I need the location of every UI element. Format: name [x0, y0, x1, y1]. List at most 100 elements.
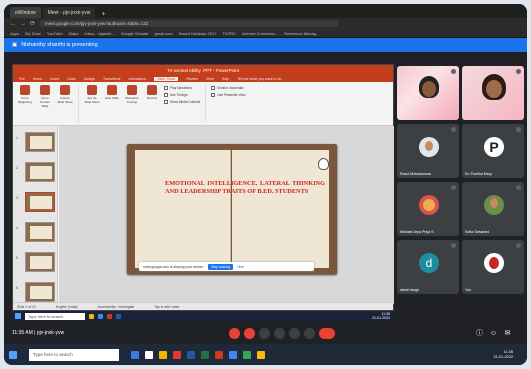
slide-thumbnail[interactable] — [25, 132, 55, 152]
app-icon[interactable] — [243, 350, 251, 359]
browser-tab-1[interactable]: eWindow — [10, 7, 41, 18]
present-button[interactable] — [289, 328, 300, 339]
participant-tile[interactable]: Ravul Mohankumar — [397, 124, 459, 178]
media-controls-checkbox[interactable]: Show Media Controls — [164, 100, 200, 104]
captions-button[interactable] — [259, 328, 270, 339]
slide-thumbnail[interactable] — [25, 252, 55, 272]
bookmark-item[interactable]: Maps — [69, 31, 79, 36]
bookmark-item[interactable]: Kaveri Holidays 2017 — [179, 31, 217, 36]
browser-tab-2[interactable]: Meet - pjv-jnxk-yvw — [42, 7, 96, 18]
ribbon-tab[interactable]: Home — [33, 77, 43, 81]
ribbon-tab[interactable]: Animations — [128, 77, 146, 81]
participant-tile[interactable]: Michael Jeya Priya S — [397, 182, 459, 236]
accessibility-status[interactable]: Accessibility: Investigate — [98, 305, 135, 309]
stop-sharing-button[interactable]: Stop sharing — [208, 263, 234, 270]
people-icon[interactable]: ☺ — [488, 328, 499, 339]
use-timings-checkbox[interactable]: Use Timings — [164, 93, 200, 97]
rehearse-button[interactable]: Rehearse Timings — [124, 85, 140, 104]
monitor-select[interactable]: Monitor: Automatic — [211, 86, 245, 90]
chat-icon[interactable]: ✉ — [502, 328, 513, 339]
slide-thumbnail[interactable] — [25, 282, 55, 302]
slide-thumbnail[interactable] — [25, 222, 55, 242]
avatar — [419, 195, 439, 215]
presenting-banner: ▣ Nishanthy shanthi is presenting — [4, 38, 527, 52]
back-icon[interactable]: ← — [10, 21, 16, 27]
end-call-button[interactable] — [319, 328, 335, 339]
setup-show-button[interactable]: Set Up Slide Show — [84, 85, 100, 104]
mail-icon[interactable] — [173, 350, 181, 359]
info-icon[interactable]: ⓘ — [474, 328, 485, 339]
bookmark-item[interactable]: TNTRC — [223, 31, 237, 36]
bookmark-item[interactable]: Google Scholar — [121, 31, 149, 36]
participant-tile-camera[interactable] — [397, 66, 459, 120]
taskbar-search[interactable]: Type here to search — [29, 348, 119, 361]
browser-tabbar: eWindow Meet - pjv-jnxk-yvw + — [4, 4, 527, 18]
slide-number: 3 — [16, 196, 18, 200]
bookmark-item[interactable]: Reference Manag... — [284, 31, 319, 36]
notes-hint[interactable]: Tap to add notes — [154, 305, 179, 309]
setup-icon — [87, 85, 97, 95]
bookmark-item[interactable]: Inbox - vignesh... — [84, 31, 114, 36]
more-options-button[interactable] — [304, 328, 315, 339]
powerpoint-icon[interactable] — [215, 350, 223, 359]
ribbon-tab[interactable]: Transitions — [103, 77, 120, 81]
new-tab-icon[interactable]: + — [97, 11, 109, 18]
slide-thumbnail-selected[interactable] — [25, 192, 55, 212]
bookmark-item[interactable]: gmail.com — [154, 31, 172, 36]
record-button[interactable]: Record — [144, 85, 160, 100]
bookmark-item[interactable]: Internet Connectio... — [242, 31, 278, 36]
ribbon-tab[interactable]: File — [19, 77, 25, 81]
ribbon-tab[interactable]: Help — [222, 77, 229, 81]
bookmark-item[interactable]: My Drive — [25, 31, 41, 36]
ribbon-tab-selected[interactable]: Slide Show — [154, 76, 179, 81]
meet-controls-bar: 11:35 AM | pjv-jnxk-yvw ⓘ ☺ ✉ — [4, 322, 527, 344]
url-field[interactable]: meet.google.com/pjv-jnxk-yvw?authuser=0&… — [39, 20, 340, 27]
edge-icon[interactable] — [145, 350, 153, 359]
from-beginning-button[interactable]: From Beginning — [17, 85, 33, 104]
hide-button[interactable]: Hide — [237, 265, 244, 269]
app-icon[interactable] — [257, 350, 265, 359]
reload-icon[interactable]: ⟳ — [30, 20, 35, 27]
clock-time: 11:35 — [503, 349, 513, 354]
custom-show-button[interactable]: Custom Slide Show — [57, 85, 73, 104]
system-clock[interactable]: 11:35 21-01-2022 — [494, 350, 513, 360]
word-icon[interactable] — [187, 350, 195, 359]
bookmark-item[interactable]: YouTube — [47, 31, 63, 36]
tell-me-box[interactable]: Tell me what you want to do — [237, 77, 281, 81]
start-icon[interactable] — [9, 350, 17, 359]
participant-tile[interactable]: d daniel singh — [397, 240, 459, 294]
presenter-view-checkbox[interactable]: Use Presenter View — [211, 93, 245, 97]
chrome-icon — [98, 313, 103, 319]
slide-thumbnail[interactable] — [25, 162, 55, 182]
raise-hand-button[interactable] — [274, 328, 285, 339]
clock-date: 21-01-2022 — [493, 354, 513, 359]
ribbon-tab[interactable]: View — [206, 77, 214, 81]
ribbon-tab[interactable]: Review — [186, 77, 198, 81]
present-icon: ▣ — [12, 42, 18, 48]
participant-tile[interactable]: Sofia Selvarani — [462, 182, 524, 236]
explorer-icon[interactable] — [159, 350, 167, 359]
hide-slide-button[interactable]: Hide Slide — [104, 85, 120, 100]
avatar: d — [419, 253, 439, 273]
chrome-icon[interactable] — [229, 350, 237, 359]
play-narrations-checkbox[interactable]: Play Narrations — [164, 86, 200, 90]
ribbon-tab[interactable]: Insert — [50, 77, 59, 81]
checkbox-label: Monitor: Automatic — [217, 86, 244, 90]
taskview-icon[interactable] — [131, 350, 139, 359]
forward-icon[interactable]: → — [20, 21, 26, 27]
bookmark-item[interactable]: Apps — [10, 31, 19, 36]
participant-tile[interactable]: P Dr. Punitha Mary — [462, 124, 524, 178]
participant-tile-camera[interactable] — [462, 66, 524, 120]
mic-icon — [516, 69, 521, 74]
ribbon-tab[interactable]: Draw — [67, 77, 75, 81]
from-current-button[interactable]: From Current Slide — [37, 85, 53, 108]
camera-toggle-button[interactable] — [244, 328, 255, 339]
mic-toggle-button[interactable] — [229, 328, 240, 339]
button-label: From Beginning — [18, 96, 32, 104]
participant-tile-self[interactable]: You — [462, 240, 524, 294]
monitor-options: Monitor: Automatic Use Presenter View — [211, 85, 245, 100]
excel-icon[interactable] — [201, 350, 209, 359]
slide-canvas[interactable]: EMOTIONAL INTELLIGENCE, LATERAL THINKING… — [59, 126, 394, 304]
participant-name: Sofia Selvarani — [465, 230, 490, 234]
ribbon-tab[interactable]: Design — [84, 77, 95, 81]
